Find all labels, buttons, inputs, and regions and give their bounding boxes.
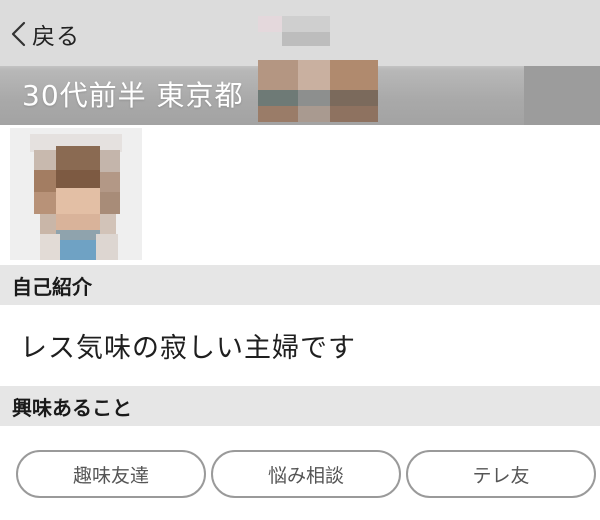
profile-title: 30代前半 東京都 [22,79,244,112]
mosaic-cell [330,106,378,122]
avatar-image [10,128,142,260]
mosaic-cell [282,32,330,46]
header-shade [524,66,600,125]
mosaic-cell [298,106,330,122]
back-button[interactable]: 戻る [8,14,80,54]
mosaic-cell [282,16,330,32]
back-label: 戻る [32,24,80,50]
mosaic-cell [298,90,330,106]
cover-image-mosaic [258,16,378,122]
mosaic-cell [298,60,330,90]
mosaic-cell [258,106,298,122]
mosaic-cell [258,16,282,32]
intro-section-header: 自己紹介 [0,265,600,305]
chevron-left-icon [11,21,26,47]
avatar[interactable] [10,128,142,260]
interest-tags: 趣味友達 悩み相談 テレ友 [16,450,596,498]
interest-tag-hobby-friends[interactable]: 趣味友達 [16,450,206,498]
interest-tag-phone-friend[interactable]: テレ友 [406,450,596,498]
profile-header: 戻る 30代前半 東京都 [0,0,600,125]
profile-screen: 戻る 30代前半 東京都 自己紹介 レス気味の寂しい主婦です 興味あること 趣味… [0,0,600,520]
interests-section-header: 興味あること [0,386,600,426]
interest-tag-advice[interactable]: 悩み相談 [211,450,401,498]
mosaic-cell [258,90,298,106]
mosaic-cell [330,60,378,90]
mosaic-cell [330,90,378,106]
intro-text: レス気味の寂しい主婦です [20,333,356,364]
mosaic-cell [258,60,298,90]
